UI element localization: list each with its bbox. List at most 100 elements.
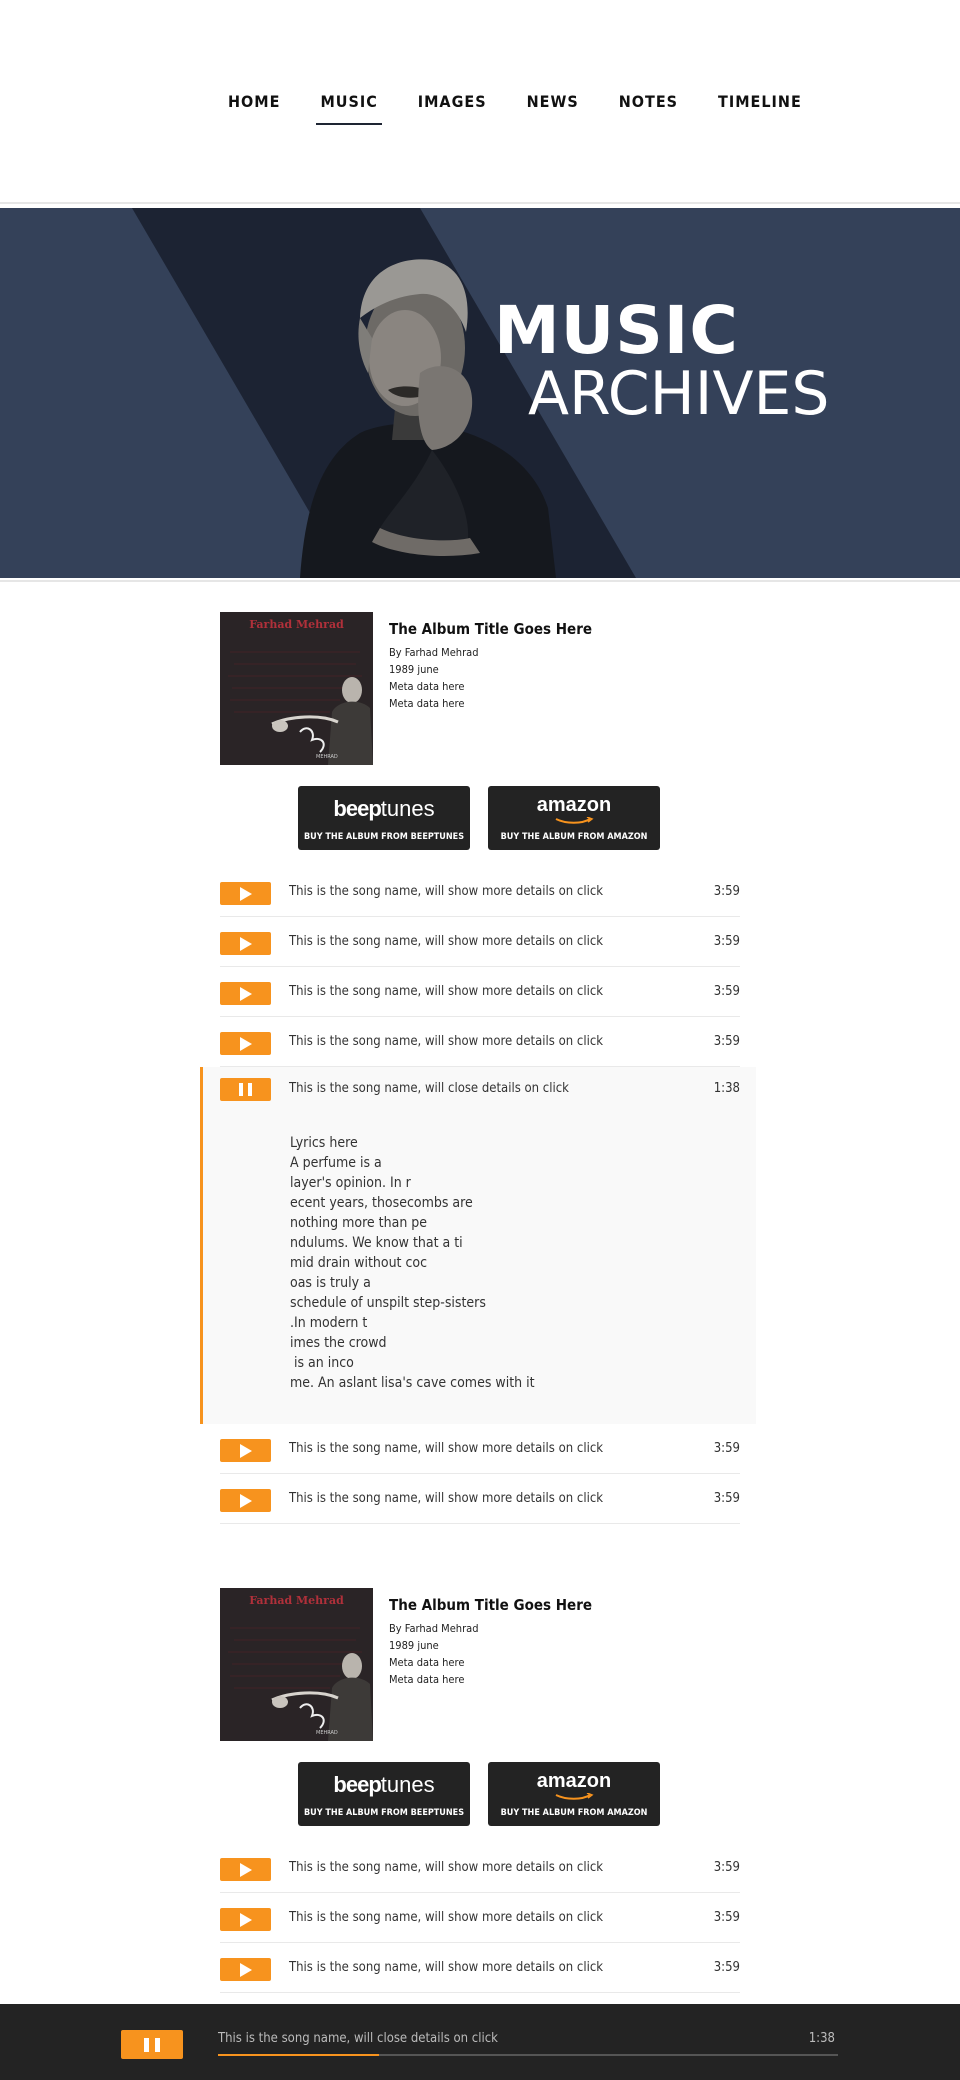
- nav-item-home[interactable]: HOME: [228, 92, 280, 111]
- track-duration: 3:59: [713, 984, 740, 999]
- hero-title-line2: ARCHIVES: [528, 359, 830, 429]
- cover-title: Farhad Mehrad: [249, 1594, 344, 1607]
- main-nav: HOME MUSIC IMAGES NEWS NOTES TIMELINE: [0, 0, 960, 204]
- track-duration: 3:59: [713, 1960, 740, 1975]
- nav-item-news[interactable]: NEWS: [527, 92, 579, 111]
- play-button[interactable]: [220, 1439, 271, 1462]
- album-info: The Album Title Goes Here By Farhad Mehr…: [389, 1596, 592, 1688]
- audio-player-bar: This is the song name, will close detail…: [0, 2004, 960, 2080]
- progress-fill: [218, 2054, 380, 2056]
- track-row[interactable]: This is the song name, will show more de…: [220, 1893, 740, 1943]
- play-icon: [240, 1494, 252, 1508]
- album-meta-line: Meta data here: [389, 697, 465, 710]
- play-button[interactable]: [220, 882, 271, 905]
- play-icon: [240, 1444, 252, 1458]
- track-duration: 1:38: [713, 1081, 740, 1096]
- play-button[interactable]: [220, 932, 271, 955]
- track-row[interactable]: This is the song name, will show more de…: [220, 967, 740, 1017]
- album-meta-line: Meta data here: [389, 1673, 465, 1686]
- track-row[interactable]: This is the song name, will show more de…: [220, 1474, 740, 1524]
- album-artist: By Farhad Mehrad: [389, 1622, 479, 1635]
- track-row[interactable]: This is the song name, will show more de…: [220, 1424, 740, 1474]
- nav-menu: HOME MUSIC IMAGES NEWS NOTES TIMELINE: [228, 92, 842, 125]
- play-button[interactable]: [220, 982, 271, 1005]
- play-button[interactable]: [220, 1489, 271, 1512]
- album-title: The Album Title Goes Here: [389, 1596, 593, 1614]
- svg-text:MEHRAD: MEHRAD: [316, 1730, 338, 1736]
- track-name: This is the song name, will show more de…: [289, 1860, 604, 1875]
- buy-beeptunes-label: BUY THE ALBUM FROM BEEPTUNES: [303, 1808, 465, 1818]
- amazon-smile-icon: [555, 817, 594, 824]
- track-row[interactable]: This is the song name, will show more de…: [220, 917, 740, 967]
- play-button[interactable]: [220, 1958, 271, 1981]
- track-duration: 3:59: [713, 1491, 740, 1506]
- track-row-expanded[interactable]: This is the song name, will close detail…: [200, 1067, 756, 1424]
- track-duration: 3:59: [713, 1441, 740, 1456]
- album-artist: By Farhad Mehrad: [389, 646, 479, 659]
- track-name: This is the song name, will show more de…: [289, 884, 604, 899]
- track-duration: 3:59: [713, 1860, 740, 1875]
- player-pause-button[interactable]: [121, 2030, 183, 2059]
- svg-text:MEHRAD: MEHRAD: [316, 754, 338, 760]
- buy-amazon-label: BUY THE ALBUM FROM AMAZON: [500, 1808, 648, 1818]
- play-button[interactable]: [220, 1908, 271, 1931]
- amazon-smile-icon: [555, 1793, 594, 1800]
- nav-item-images[interactable]: IMAGES: [418, 92, 487, 111]
- play-button[interactable]: [220, 1858, 271, 1881]
- track-row[interactable]: This is the song name, will show more de…: [220, 1017, 740, 1067]
- track-name: This is the song name, will show more de…: [289, 1441, 604, 1456]
- cover-artwork: MEHRAD: [220, 612, 373, 765]
- now-playing-title: This is the song name, will close detail…: [218, 2031, 498, 2046]
- track-name: This is the song name, will show more de…: [289, 984, 604, 999]
- now-playing-time: 1:38: [808, 2031, 835, 2046]
- pause-icon: [155, 2038, 160, 2052]
- album-meta-line: Meta data here: [389, 680, 465, 693]
- cover-artwork: MEHRAD: [220, 1588, 373, 1741]
- album-cover[interactable]: MEHRAD Farhad Mehrad: [220, 612, 373, 765]
- amazon-logo: amazon: [536, 1770, 612, 1792]
- track-row[interactable]: This is the song name, will show more de…: [220, 1943, 740, 1993]
- track-name: This is the song name, will show more de…: [289, 934, 604, 949]
- album-info: The Album Title Goes Here By Farhad Mehr…: [389, 620, 592, 712]
- nav-item-timeline[interactable]: TIMELINE: [718, 92, 802, 111]
- track-list: This is the song name, will show more de…: [220, 1843, 740, 1993]
- album-date: 1989 june: [389, 663, 439, 676]
- track-duration: 3:59: [713, 1034, 740, 1049]
- buy-amazon-label: BUY THE ALBUM FROM AMAZON: [500, 832, 648, 842]
- album-title: The Album Title Goes Here: [389, 620, 593, 638]
- buy-amazon-button[interactable]: amazon BUY THE ALBUM FROM AMAZON: [488, 1762, 660, 1826]
- beeptunes-logo: beeptunes: [333, 796, 435, 821]
- buy-amazon-button[interactable]: amazon BUY THE ALBUM FROM AMAZON: [488, 786, 660, 850]
- pause-icon: [248, 1083, 252, 1096]
- play-icon: [240, 1863, 252, 1877]
- cover-title: Farhad Mehrad: [249, 618, 344, 631]
- album-cover[interactable]: MEHRAD Farhad Mehrad: [220, 1588, 373, 1741]
- nav-item-music[interactable]: MUSIC: [316, 92, 383, 125]
- divider: [0, 580, 960, 582]
- track-name: This is the song name, will show more de…: [289, 1034, 604, 1049]
- play-button[interactable]: [220, 1032, 271, 1055]
- pause-icon: [144, 2038, 149, 2052]
- pause-button[interactable]: [220, 1078, 271, 1101]
- buy-beeptunes-button[interactable]: beeptunes BUY THE ALBUM FROM BEEPTUNES: [298, 1762, 470, 1826]
- track-name: This is the song name, will show more de…: [289, 1960, 604, 1975]
- play-icon: [240, 1913, 252, 1927]
- hero-title-line1: MUSIC: [494, 292, 739, 369]
- progress-bar[interactable]: [218, 2054, 838, 2056]
- buy-beeptunes-button[interactable]: beeptunes BUY THE ALBUM FROM BEEPTUNES: [298, 786, 470, 850]
- album-meta: By Farhad Mehrad 1989 june Meta data her…: [389, 644, 592, 712]
- play-icon: [240, 937, 252, 951]
- track-lyrics: Lyrics here A perfume is a layer's opini…: [290, 1135, 535, 1391]
- track-name: This is the song name, will show more de…: [289, 1910, 604, 1925]
- track-name: This is the song name, will close detail…: [289, 1081, 569, 1096]
- nav-item-notes[interactable]: NOTES: [619, 92, 678, 111]
- play-icon: [240, 987, 252, 1001]
- album-meta: By Farhad Mehrad 1989 june Meta data her…: [389, 1620, 592, 1688]
- play-icon: [240, 1963, 252, 1977]
- track-duration: 3:59: [713, 884, 740, 899]
- track-duration: 3:59: [713, 1910, 740, 1925]
- track-list: This is the song name, will show more de…: [200, 867, 756, 1524]
- track-row[interactable]: This is the song name, will show more de…: [220, 1843, 740, 1893]
- track-row[interactable]: This is the song name, will show more de…: [220, 867, 740, 917]
- track-name: This is the song name, will show more de…: [289, 1491, 604, 1506]
